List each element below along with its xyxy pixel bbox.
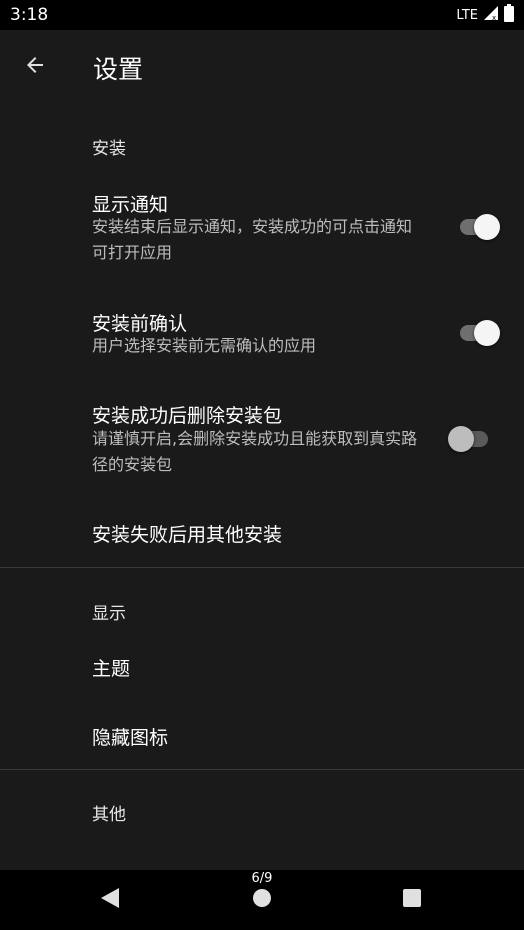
pref-title: 安装前确认: [92, 313, 188, 335]
pref-show-notification[interactable]: 显示通知 安装结束后显示通知，安装成功的可点击通知可打开应用: [0, 180, 524, 280]
page-title: 设置: [93, 55, 144, 84]
category-other-header: 其他: [92, 805, 126, 825]
pref-title: 安装失败后用其他安装: [92, 524, 283, 546]
confirm-before-install-switch[interactable]: [458, 317, 502, 347]
back-triangle-icon: [100, 887, 120, 913]
section-divider: [0, 769, 524, 770]
pref-delete-package-after-success[interactable]: 安装成功后删除安装包 请谨慎开启,会删除安装成功且能获取到真实路径的安装包: [0, 392, 524, 492]
pref-hide-icon[interactable]: 隐藏图标: [0, 706, 524, 764]
pref-title: 隐藏图标: [92, 727, 169, 749]
pref-summary: 请谨慎开启,会删除安装成功且能获取到真实路径的安装包: [92, 429, 418, 474]
back-button[interactable]: [14, 46, 56, 88]
arrow-left-icon: [23, 53, 47, 81]
status-time: 3:18: [10, 5, 49, 25]
nav-back-button[interactable]: [88, 884, 132, 916]
switch-thumb: [474, 320, 500, 346]
recents-square-icon: [402, 888, 422, 912]
status-bar: 3:18 LTE x: [0, 0, 524, 30]
svg-text:x: x: [492, 14, 496, 21]
status-icons: LTE x: [456, 4, 514, 26]
category-display-header: 显示: [92, 604, 126, 624]
battery-icon: [504, 4, 514, 26]
switch-thumb: [448, 426, 474, 452]
signal-icon: x: [483, 5, 499, 25]
network-type-label: LTE: [456, 7, 478, 23]
nav-recents-button[interactable]: [390, 884, 434, 916]
navigation-bar: 6/9: [0, 870, 524, 930]
pref-theme[interactable]: 主题: [0, 638, 524, 696]
pref-confirm-before-install[interactable]: 安装前确认 用户选择安装前无需确认的应用: [0, 300, 524, 370]
pref-summary: 用户选择安装前无需确认的应用: [92, 336, 317, 355]
section-divider: [0, 567, 524, 568]
nav-home-button[interactable]: [240, 884, 284, 916]
home-circle-icon: [252, 888, 272, 912]
show-notification-switch[interactable]: [458, 211, 502, 241]
pref-summary: 安装结束后显示通知，安装成功的可点击通知可打开应用: [92, 217, 413, 262]
delete-package-switch[interactable]: [448, 423, 492, 453]
pref-title: 显示通知: [92, 194, 169, 216]
category-install-header: 安装: [92, 139, 126, 159]
app-bar: 设置: [0, 30, 524, 104]
pref-fallback-installer[interactable]: 安装失败后用其他安装: [0, 505, 524, 560]
pref-title: 主题: [92, 658, 131, 680]
switch-thumb: [474, 214, 500, 240]
pref-title: 安装成功后删除安装包: [92, 405, 283, 427]
